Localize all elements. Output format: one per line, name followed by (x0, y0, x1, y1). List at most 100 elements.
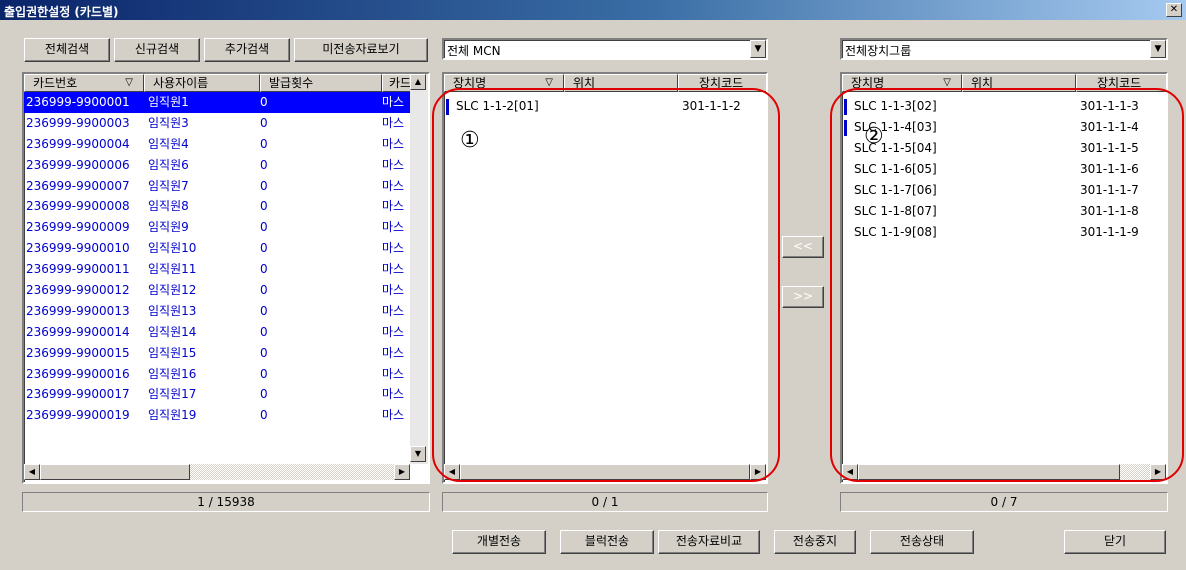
mcn-select-value: 전체 MCN (447, 44, 501, 58)
issue-count-cell: 0 (260, 95, 268, 109)
card-number-cell: 236999-9900017 (26, 387, 130, 402)
card-type-cell: 마스 (382, 136, 405, 151)
compare-sent-button[interactable]: 전송자료비교 (658, 530, 760, 554)
issue-count-cell: 0 (260, 387, 268, 402)
issue-count-cell: 0 (260, 345, 268, 360)
card-table-header: 카드번호 ▽ 사용자이름 발급횟수 카드 (24, 74, 414, 92)
title-bar: 출입권한설정 (카드별) ✕ (0, 0, 1186, 20)
card-type-cell: 마스 (382, 220, 405, 235)
table-row[interactable]: 236999-9900001 임직원1 0 마스 (24, 92, 428, 113)
table-row[interactable]: 236999-9900008 임직원8 0 마스 (24, 196, 428, 217)
scroll-left-icon[interactable]: ◀ (24, 464, 40, 480)
user-name-cell: 임직원6 (148, 157, 189, 172)
scroll-thumb[interactable] (40, 464, 190, 480)
device-group-select[interactable]: 전체장치그룹 ▼ (840, 38, 1168, 60)
user-name-cell: 임직원14 (148, 324, 197, 339)
table-row[interactable]: 236999-9900010 임직원10 0 마스 (24, 238, 428, 259)
table-row[interactable]: 236999-9900013 임직원13 0 마스 (24, 301, 428, 322)
scroll-right-icon[interactable]: ▶ (394, 464, 410, 480)
card-number-cell: 236999-9900007 (26, 178, 130, 193)
card-number-cell: 236999-9900014 (26, 324, 130, 339)
column-header-user-name[interactable]: 사용자이름 (144, 74, 260, 92)
card-type-cell: 마스 (382, 95, 405, 109)
search-add-button[interactable]: 추가검색 (204, 38, 290, 62)
issue-count-cell: 0 (260, 262, 268, 277)
sort-icon: ▽ (125, 77, 133, 88)
user-name-cell: 임직원4 (148, 136, 189, 151)
issue-count-cell: 0 (260, 366, 268, 381)
issue-count-cell: 0 (260, 303, 268, 318)
close-icon[interactable]: ✕ (1166, 3, 1182, 17)
table-row[interactable]: 236999-9900016 임직원16 0 마스 (24, 364, 428, 385)
table-row[interactable]: 236999-9900007 임직원7 0 마스 (24, 176, 428, 197)
table-row[interactable]: 236999-9900014 임직원14 0 마스 (24, 322, 428, 343)
user-name-cell: 임직원15 (148, 345, 197, 360)
issue-count-cell: 0 (260, 199, 268, 214)
available-count-status: 0 / 7 (840, 492, 1168, 512)
table-row[interactable]: 236999-9900011 임직원11 0 마스 (24, 259, 428, 280)
card-number-cell: 236999-9900008 (26, 199, 130, 214)
chevron-down-icon[interactable]: ▼ (750, 40, 766, 58)
card-number-cell: 236999-9900010 (26, 241, 130, 256)
card-number-cell: 236999-9900019 (26, 408, 130, 423)
card-type-cell: 마스 (382, 262, 405, 277)
block-send-button[interactable]: 블럭전송 (560, 530, 654, 554)
issue-count-cell: 0 (260, 157, 268, 172)
issue-count-cell: 0 (260, 283, 268, 298)
table-row[interactable]: 236999-9900012 임직원12 0 마스 (24, 280, 428, 301)
column-header-issue-count[interactable]: 발급횟수 (260, 74, 382, 92)
move-left-button[interactable]: << (782, 236, 824, 258)
table-row[interactable]: 236999-9900019 임직원19 0 마스 (24, 405, 428, 426)
card-type-cell: 마스 (382, 303, 405, 318)
search-new-button[interactable]: 신규검색 (114, 38, 200, 62)
scroll-down-icon[interactable]: ▼ (410, 446, 426, 462)
user-name-cell: 임직원13 (148, 303, 197, 318)
search-all-button[interactable]: 전체검색 (24, 38, 110, 62)
device-group-select-value: 전체장치그룹 (845, 44, 912, 58)
chevron-down-icon[interactable]: ▼ (1150, 40, 1166, 58)
annotation-label-2: ② (864, 124, 884, 149)
card-number-cell: 236999-9900012 (26, 283, 130, 298)
view-unsent-button[interactable]: 미전송자료보기 (294, 38, 428, 62)
scroll-up-icon[interactable]: ▲ (410, 74, 426, 90)
card-vertical-scrollbar[interactable]: ▲ ▼ (410, 74, 428, 464)
issue-count-cell: 0 (260, 220, 268, 235)
card-type-cell: 마스 (382, 387, 405, 402)
individual-send-button[interactable]: 개별전송 (452, 530, 546, 554)
column-header-card-number[interactable]: 카드번호 ▽ (24, 74, 144, 92)
table-row[interactable]: 236999-9900015 임직원15 0 마스 (24, 343, 428, 364)
mcn-select[interactable]: 전체 MCN ▼ (442, 38, 768, 60)
close-button[interactable]: 닫기 (1064, 530, 1166, 554)
card-type-cell: 마스 (382, 178, 405, 193)
card-type-cell: 마스 (382, 283, 405, 298)
table-row[interactable]: 236999-9900003 임직원3 0 마스 (24, 113, 428, 134)
table-row[interactable]: 236999-9900017 임직원17 0 마스 (24, 384, 428, 405)
user-name-cell: 임직원16 (148, 366, 197, 381)
card-count-status: 1 / 15938 (22, 492, 430, 512)
table-row[interactable]: 236999-9900009 임직원9 0 마스 (24, 217, 428, 238)
card-horizontal-scrollbar[interactable]: ◀ ▶ (24, 464, 410, 480)
stop-send-button[interactable]: 전송중지 (774, 530, 856, 554)
annotation-outline-1 (432, 88, 780, 482)
card-type-cell: 마스 (382, 324, 405, 339)
send-status-button[interactable]: 전송상태 (870, 530, 974, 554)
user-name-cell: 임직원19 (148, 408, 197, 423)
card-table[interactable]: 카드번호 ▽ 사용자이름 발급횟수 카드 236999-9900001 임직원1 0 마… (22, 72, 430, 484)
issue-count-cell: 0 (260, 324, 268, 339)
issue-count-cell: 0 (260, 115, 268, 130)
annotation-label-1: ① (460, 128, 480, 153)
card-type-cell: 마스 (382, 408, 405, 423)
issue-count-cell: 0 (260, 408, 268, 423)
user-name-cell: 임직원9 (148, 220, 189, 235)
card-number-cell: 236999-9900009 (26, 220, 130, 235)
card-number-cell: 236999-9900016 (26, 366, 130, 381)
user-name-cell: 임직원12 (148, 283, 197, 298)
card-type-cell: 마스 (382, 115, 405, 130)
card-type-cell: 마스 (382, 241, 405, 256)
assigned-count-status: 0 / 1 (442, 492, 768, 512)
table-row[interactable]: 236999-9900006 임직원6 0 마스 (24, 155, 428, 176)
move-right-button[interactable]: >> (782, 286, 824, 308)
table-row[interactable]: 236999-9900004 임직원4 0 마스 (24, 134, 428, 155)
card-type-cell: 마스 (382, 345, 405, 360)
card-number-cell: 236999-9900006 (26, 157, 130, 172)
